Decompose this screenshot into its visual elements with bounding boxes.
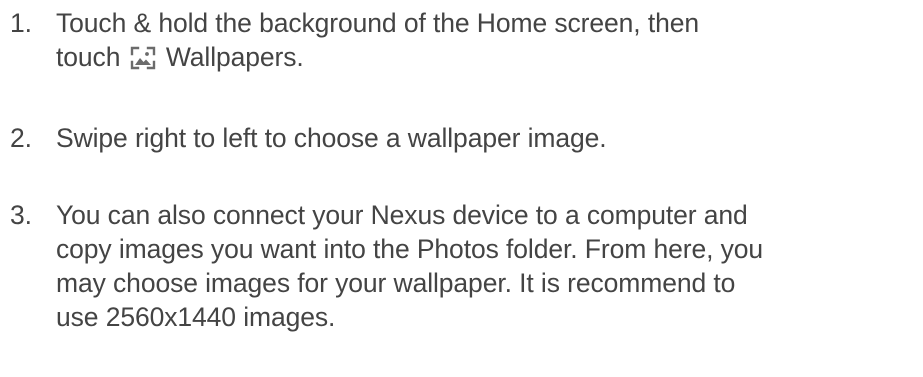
step-number: 2. [10,123,32,153]
step-1: 1. Touch & hold the background of the Ho… [0,6,923,78]
step-text-line: Swipe right to left to choose a wallpape… [56,123,607,153]
step-text-line: touch Wallpapers. [56,40,923,78]
step-number: 1. [10,8,32,38]
step-text-line: use 2560x1440 images. [56,302,336,332]
step-text-line: may choose images for your wallpaper. It… [56,268,736,298]
wallpaper-icon [130,44,156,78]
step-text: Wallpapers. [165,42,304,72]
instruction-list: 1. Touch & hold the background of the Ho… [0,6,923,334]
step-text-line: You can also connect your Nexus device t… [56,200,748,230]
step-number: 3. [10,200,32,230]
step-text: touch [56,42,121,72]
step-2: 2. Swipe right to left to choose a wallp… [0,121,923,155]
step-text-line: Touch & hold the background of the Home … [56,8,699,38]
step-3: 3. You can also connect your Nexus devic… [0,198,923,334]
step-text-line: copy images you want into the Photos fol… [56,234,764,264]
